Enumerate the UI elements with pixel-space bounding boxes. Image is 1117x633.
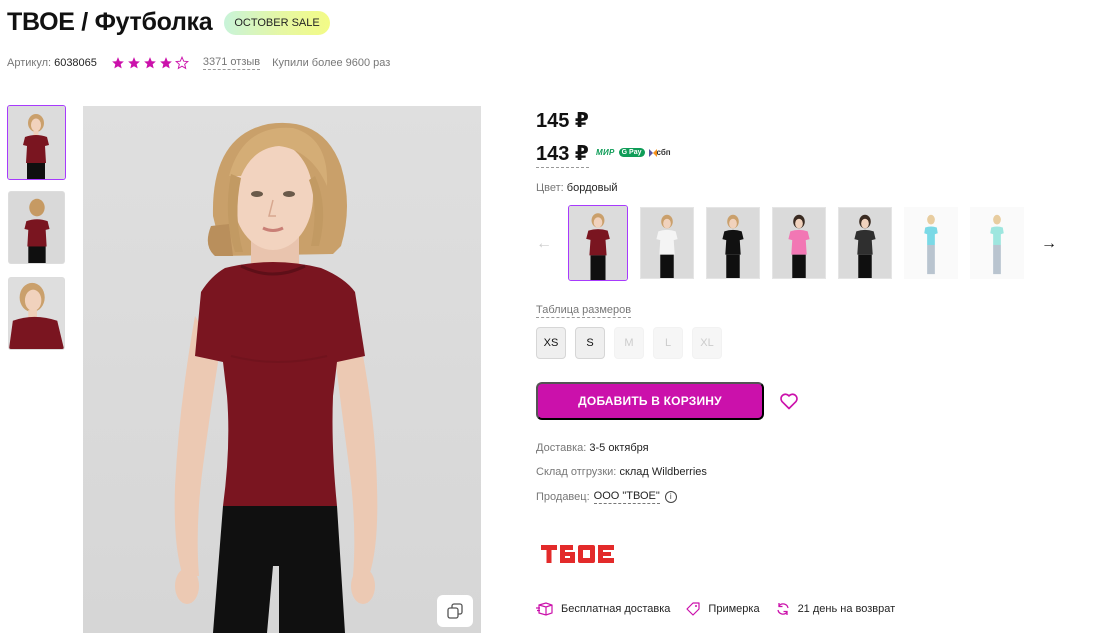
star-filled-icon [128,57,140,69]
model-closeup-image [9,278,64,349]
size-selector: XS S M L XL [536,327,731,359]
arrow-right-icon[interactable]: → [1041,235,1057,253]
swatch-model-image [773,208,825,278]
size-s-button[interactable]: S [575,327,605,359]
payment-logos: МИР G Pay сбп [596,148,671,157]
sbp-icon [648,148,657,157]
thumbnail-closeup[interactable] [8,277,65,350]
swatch-mint[interactable] [970,207,1024,279]
thumbnail-back[interactable] [8,191,65,264]
feature-free-delivery: Бесплатная доставка [536,602,670,616]
main-product-photo[interactable] [83,106,481,633]
store-value: склад Wildberries [619,466,707,478]
add-to-cart-button[interactable]: ДОБАВИТЬ В КОРЗИНУ [536,382,764,420]
tag-icon [686,602,701,616]
rating-stars [111,56,191,70]
product-brand[interactable]: ТВОЕ [7,8,75,36]
info-icon[interactable]: i [664,491,677,503]
article-label: Артикул: [7,57,52,69]
swatch-model-image [707,208,759,278]
bought-count: Купили более 9600 раз [272,57,391,69]
favorite-button[interactable] [779,391,799,411]
return-icon [776,603,789,615]
model-front-image [8,106,65,179]
swatch-model-image [839,208,891,278]
tvoe-logo-icon [541,545,614,563]
arrow-left-icon[interactable]: ← [536,235,552,253]
color-value: бордовый [566,182,618,194]
product-title: ТВОЕ / Футболка [7,8,213,37]
price-card[interactable]: 143 ₽ [536,141,589,168]
swatch-burgundy[interactable] [568,205,628,281]
feature-try-on: Примерка [686,602,760,616]
mir-logo: МИР [596,148,615,157]
size-xs-button[interactable]: XS [536,327,566,359]
sale-badge: OCTOBER SALE [224,10,330,35]
zoom-icon [447,603,463,619]
size-table-link[interactable]: Таблица размеров [536,304,632,318]
heart-icon [780,393,798,410]
box-icon [536,602,553,616]
swatch-black[interactable] [706,207,760,279]
brand-logo[interactable] [541,543,619,570]
features-row: Бесплатная доставка Примерка 21 день на … [536,602,911,616]
size-l-button: L [653,327,683,359]
title-row: ТВОЕ / Футболка OCTOBER SALE [7,8,330,37]
title-separator: / [74,8,95,36]
delivery-info: Доставка: 3-5 октября [536,442,649,454]
thumbnail-list [7,105,68,363]
reviews-link[interactable]: 3371 отзыв [202,56,261,70]
star-empty-icon [174,56,189,70]
article-value[interactable]: 6038065 [54,57,97,69]
size-m-button: M [614,327,644,359]
swatch-darkgray[interactable] [838,207,892,279]
zoom-button[interactable] [437,595,473,627]
star-filled-icon [160,57,172,69]
meta-row: Артикул: 6038065 3371 отзыв Купили более… [7,56,390,70]
store-info: Склад отгрузки: склад Wildberries [536,466,707,478]
swatch-lightblue[interactable] [904,207,958,279]
feature-return: 21 день на возврат [776,602,895,616]
swatch-model-image [971,208,1023,278]
sbp-logo: сбп [648,148,671,157]
color-swatches [568,205,1036,281]
model-photo [83,106,481,633]
size-xl-button: XL [692,327,722,359]
color-label: Цвет: бордовый [536,182,618,194]
swatch-white[interactable] [640,207,694,279]
swatch-model-image [905,208,957,278]
swatch-pink[interactable] [772,207,826,279]
color-picker: ← [536,205,1036,281]
thumbnail-front[interactable] [7,105,66,180]
star-filled-icon [112,57,124,69]
price-regular: 145 ₽ [536,110,589,132]
delivery-date: 3-5 октября [589,442,649,454]
model-back-image [9,192,64,263]
swatch-model-image [569,206,627,280]
seller-link[interactable]: ООО "ТВОЕ" [593,490,660,504]
star-filled-icon [144,57,156,69]
seller-info: Продавец: ООО "ТВОЕ" i [536,490,677,504]
product-name: Футболка [94,8,213,36]
swatch-model-image [641,208,693,278]
gpay-logo: G Pay [618,148,645,157]
